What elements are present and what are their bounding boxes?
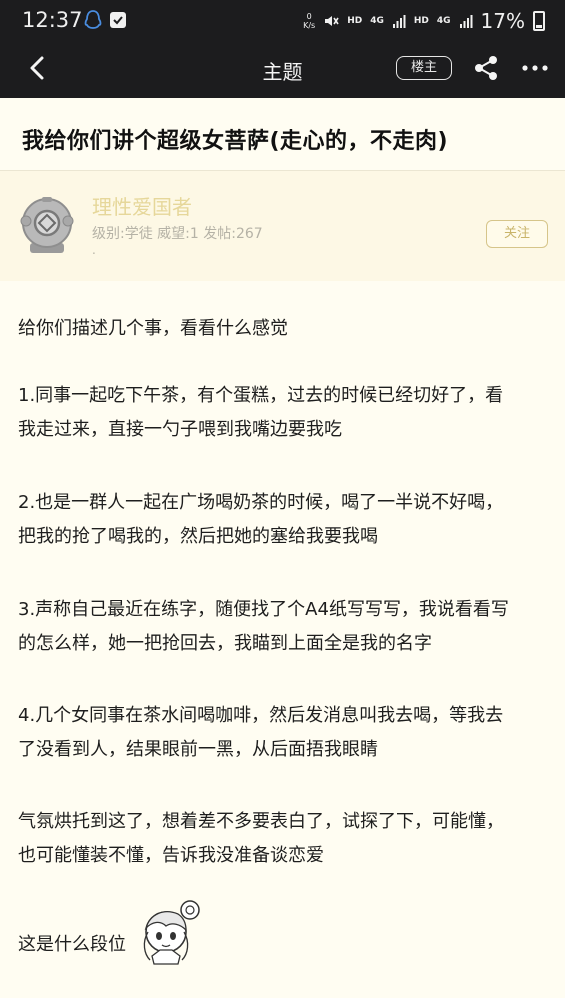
network-4g-1: 4G: [370, 16, 384, 26]
body-paragraph-4-line-1: 3.声称自己最近在练字，随便找了个A4纸写写写，我说看看写: [18, 599, 509, 620]
hd-label-1: HD: [347, 16, 363, 26]
body-paragraph-7: 这是什么段位: [18, 934, 126, 955]
status-time: 12:37: [22, 8, 83, 32]
body-paragraph-2-line-1: 1.同事一起吃下午茶，有个蛋糕，过去的时候已经切好了，看: [18, 385, 504, 406]
top-nav-bar: 主题 楼主: [0, 42, 565, 98]
body-paragraph-3-line-2: 把我的抢了喝我的，然后把她的塞给我要我喝: [18, 526, 378, 547]
author-extra: .: [92, 243, 96, 257]
signal-icon-2: [459, 15, 473, 28]
only-op-button[interactable]: 楼主: [396, 56, 452, 80]
checkbox-icon: [110, 12, 126, 28]
follow-button[interactable]: 关注: [486, 220, 548, 248]
status-indicators: 0 K/s HD 4G HD 4G 17%: [303, 9, 545, 33]
battery-icon: [533, 11, 545, 31]
author-name[interactable]: 理性爱国者: [92, 191, 192, 220]
more-dots-icon[interactable]: [522, 65, 548, 71]
anime-girl-sticker: [143, 900, 200, 965]
body-paragraph-3-line-1: 2.也是一群人一起在广场喝奶茶的时候，喝了一半说不好喝，: [18, 492, 504, 513]
body-paragraph-4-line-2: 的怎么样，她一把抢回去，我瞄到上面全是我的名字: [18, 633, 432, 654]
battery-percent: 17%: [480, 9, 525, 33]
author-meta: 级别:学徒 威望:1 发帖:267: [92, 226, 263, 242]
signal-icon-1: [392, 15, 406, 28]
body-paragraph-6-line-2: 也可能懂装不懂，告诉我没准备谈恋爱: [18, 845, 324, 866]
author-card: 理性爱国者 级别:学徒 威望:1 发帖:267 . 关注: [0, 171, 565, 281]
body-paragraph-5-line-2: 了没看到人，结果眼前一黑，从后面捂我眼睛: [18, 739, 378, 760]
body-paragraph-6-line-1: 气氛烘托到这了，想着差不多要表白了，试探了下，可能懂，: [18, 811, 504, 832]
mute-icon: [325, 16, 339, 26]
body-paragraph-5-line-1: 4.几个女同事在茶水间喝咖啡，然后发消息叫我去喝，等我去: [18, 705, 504, 726]
hd-label-2: HD: [413, 16, 429, 26]
net-speed: 0 K/s: [303, 12, 316, 30]
body-paragraph-2-line-2: 我走过来，直接一勺子喂到我嘴边要我吃: [18, 419, 342, 440]
network-4g-2: 4G: [436, 16, 451, 26]
status-bar: 12:37 0 K/s HD 4G HD 4G 17%: [0, 0, 565, 42]
body-paragraph-1: 给你们描述几个事，看看什么感觉: [18, 318, 288, 339]
qq-penguin-icon: [84, 10, 102, 29]
share-icon[interactable]: [473, 55, 499, 81]
post-title: 我给你们讲个超级女菩萨(走心的，不走肉): [22, 129, 449, 154]
diving-helmet-avatar[interactable]: [16, 193, 78, 255]
